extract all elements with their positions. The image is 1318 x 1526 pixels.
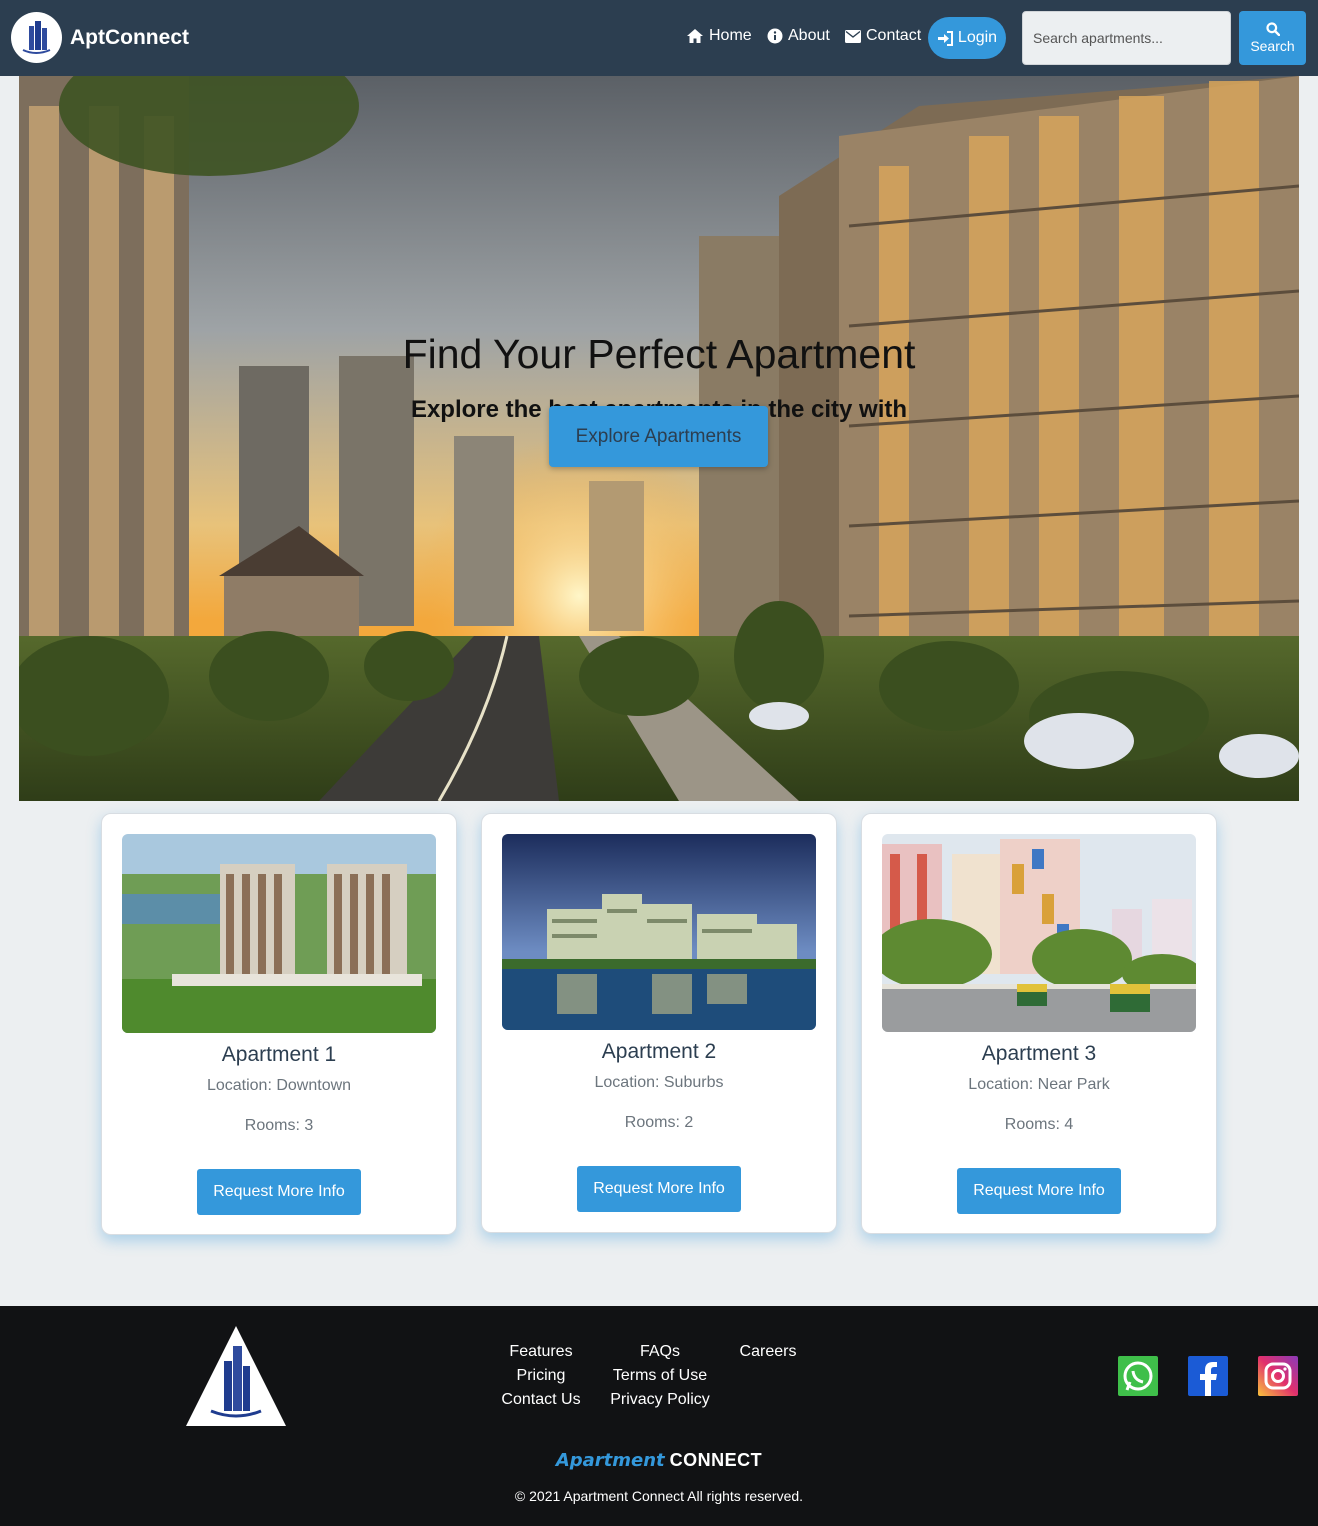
hero-section: Find Your Perfect Apartment Explore the … [19,76,1299,801]
footer-link-features[interactable]: Features [509,1343,572,1361]
search-button-label: Search [1250,38,1295,54]
nav-contact-label: Contact [866,27,922,44]
footer-brand-accent: Apartment [555,1450,665,1471]
instagram-icon[interactable] [1258,1356,1298,1396]
footer-brand: Apartment CONNECT [0,1450,1318,1471]
logo-icon[interactable] [11,12,62,63]
apartment-card-1: Apartment 1 Location: Downtown Rooms: 3 … [101,813,457,1235]
sign-in-icon [937,30,953,46]
info-icon [767,28,783,44]
footer-link-privacy[interactable]: Privacy Policy [610,1391,710,1409]
apartment-3-location: Location: Near Park [968,1076,1110,1093]
footer-copyright: © 2021 Apartment Connect All rights rese… [514,1488,804,1504]
envelope-icon [845,29,861,43]
login-label: Login [957,29,998,46]
request-info-button-1[interactable]: Request More Info [197,1169,361,1215]
apartment-1-title: Apartment 1 [221,1043,337,1066]
navbar: AptConnect Home About Contact Login Sear… [0,0,1318,76]
whatsapp-icon[interactable] [1118,1356,1158,1396]
apartment-1-rooms: Rooms: 3 [244,1117,314,1134]
footer-brand-main: CONNECT [669,1450,763,1470]
apartment-card-3: Apartment 3 Location: Near Park Rooms: 4… [861,813,1217,1234]
facebook-icon[interactable] [1188,1356,1228,1396]
home-icon [687,29,703,43]
footer-link-terms[interactable]: Terms of Use [613,1367,707,1385]
brand-name[interactable]: AptConnect [70,26,189,50]
login-button[interactable]: Login [928,17,1006,59]
apartment-2-rooms: Rooms: 2 [624,1114,694,1131]
search-input[interactable] [1022,11,1231,65]
apartment-1-location: Location: Downtown [206,1077,352,1094]
footer: Features FAQs Careers Pricing Terms of U… [0,1306,1318,1526]
request-info-button-2[interactable]: Request More Info [577,1166,741,1212]
nav-home-label: Home [709,27,752,44]
apartment-3-rooms: Rooms: 4 [1004,1116,1074,1133]
footer-link-pricing[interactable]: Pricing [517,1367,566,1385]
apartment-3-title: Apartment 3 [981,1042,1097,1065]
request-info-button-3[interactable]: Request More Info [957,1168,1121,1214]
apartment-1-image[interactable] [122,834,436,1033]
nav-about-link[interactable]: About [767,26,830,46]
footer-link-faqs[interactable]: FAQs [640,1343,680,1361]
search-button[interactable]: Search [1239,11,1306,65]
search-icon [1265,22,1280,36]
nav-home-link[interactable]: Home [686,26,752,46]
nav-contact-link[interactable]: Contact [845,26,921,46]
footer-logo-icon [186,1326,286,1426]
nav-about-label: About [788,27,830,44]
apartment-card-2: Apartment 2 Location: Suburbs Rooms: 2 R… [481,813,837,1233]
apartment-2-title: Apartment 2 [601,1040,717,1063]
apartment-3-image[interactable] [882,834,1196,1032]
footer-link-careers[interactable]: Careers [740,1343,797,1361]
hero-title: Find Your Perfect Apartment [402,331,916,377]
footer-link-contact[interactable]: Contact Us [501,1391,580,1409]
explore-apartments-button[interactable]: Explore Apartments [549,406,768,467]
apartment-2-location: Location: Suburbs [594,1074,724,1091]
apartment-2-image[interactable] [502,834,816,1030]
